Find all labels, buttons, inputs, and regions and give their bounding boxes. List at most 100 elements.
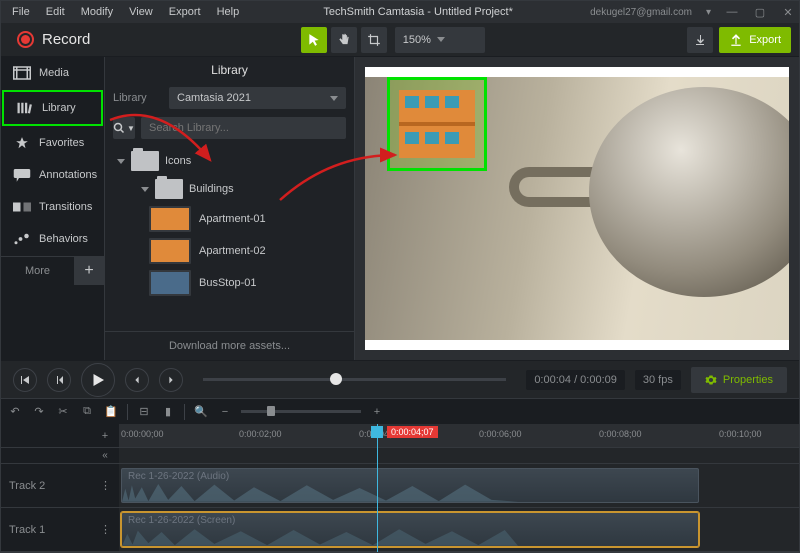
minimize-button[interactable]: —	[725, 5, 739, 19]
close-button[interactable]: ✕	[781, 5, 795, 19]
zoom-value: 150%	[403, 34, 431, 46]
ruler-tick: 0:00:10;00	[719, 429, 762, 439]
dropped-asset[interactable]	[387, 77, 487, 171]
menu-view[interactable]: View	[122, 4, 160, 20]
select-tool[interactable]	[301, 27, 327, 53]
prev-clip-button[interactable]	[13, 368, 37, 392]
timeline-zoom-slider[interactable]	[241, 410, 361, 413]
track-options-icon[interactable]: ⋮	[100, 479, 111, 492]
library-selector[interactable]: Camtasia 2021	[169, 87, 346, 109]
tool-sidebar: Media Library Favorites Annotations Tran…	[1, 57, 105, 360]
search-options-button[interactable]: ▼	[113, 117, 135, 139]
preview-canvas[interactable]	[365, 67, 789, 350]
asset-name: BusStop-01	[199, 277, 256, 289]
timeline: + « Track 2 ⋮ Track 1 ⋮ 0:00:00;00 0:00:…	[1, 424, 799, 552]
timeline-clip-audio[interactable]: Rec 1-26-2022 (Audio)	[121, 468, 699, 503]
cut-button[interactable]: ✂	[55, 404, 71, 420]
export-button[interactable]: Export	[719, 27, 791, 53]
playhead-time: 0:00:04;07	[387, 426, 438, 438]
sidebar-more[interactable]: More	[1, 256, 74, 285]
play-button[interactable]	[81, 363, 115, 397]
track-header[interactable]: Track 2 ⋮	[1, 464, 119, 508]
redo-button[interactable]: ↷	[31, 404, 47, 420]
next-clip-button[interactable]	[159, 368, 183, 392]
library-search[interactable]	[141, 117, 346, 139]
building-graphic	[399, 90, 475, 158]
track-options-icon[interactable]: ⋮	[100, 523, 111, 536]
track-lanes[interactable]: 0:00:00;00 0:00:02;00 0:00:04;00 0:00:06…	[119, 424, 799, 552]
pan-tool[interactable]	[331, 27, 357, 53]
playhead[interactable]: 0:00:04;07	[377, 424, 378, 552]
frame-back-icon	[53, 374, 65, 386]
timeline-clip-screen[interactable]: Rec 1-26-2022 (Screen)	[121, 512, 699, 547]
split-button[interactable]: ⊟	[136, 404, 152, 420]
menu-help[interactable]: Help	[210, 4, 247, 20]
tree-folder-buildings[interactable]: Buildings	[105, 175, 354, 203]
tree-folder-icons[interactable]: Icons	[105, 147, 354, 175]
marker-button[interactable]: ▮	[160, 404, 176, 420]
paste-button[interactable]: 📋	[103, 404, 119, 420]
zoom-in-button[interactable]: +	[369, 404, 385, 420]
library-selector-label: Library	[113, 92, 163, 104]
sidebar-item-media[interactable]: Media	[1, 57, 104, 89]
sidebar-item-annotations[interactable]: Annotations	[1, 159, 104, 191]
asset-item[interactable]: Apartment-01	[105, 203, 354, 235]
canvas-area	[355, 57, 799, 360]
step-forward-button[interactable]	[125, 368, 149, 392]
sidebar-item-favorites[interactable]: Favorites	[1, 127, 104, 159]
track-lane[interactable]: Rec 1-26-2022 (Audio)	[119, 464, 799, 508]
track-name: Track 2	[9, 480, 45, 492]
menu-edit[interactable]: Edit	[39, 4, 72, 20]
download-button[interactable]	[687, 27, 713, 53]
playhead-handle[interactable]	[371, 426, 383, 438]
properties-label: Properties	[723, 374, 773, 386]
user-email[interactable]: dekugel27@gmail.com	[590, 7, 692, 18]
record-button[interactable]: Record	[9, 27, 98, 52]
playback-bar: 0:00:04 / 0:00:09 30 fps Properties	[1, 360, 799, 398]
folder-icon	[131, 151, 159, 171]
zoom-out-button[interactable]: −	[217, 404, 233, 420]
track-header[interactable]: Track 1 ⋮	[1, 508, 119, 552]
properties-button[interactable]: Properties	[691, 367, 787, 393]
library-selector-value: Camtasia 2021	[177, 92, 251, 104]
add-media-button[interactable]: +	[74, 255, 104, 285]
menu-modify[interactable]: Modify	[74, 4, 120, 20]
zoom-dropdown[interactable]: 150%	[395, 27, 485, 53]
behaviors-icon	[13, 232, 31, 246]
menu-file[interactable]: File	[5, 4, 37, 20]
chevron-down-icon	[330, 96, 338, 101]
chevron-down-icon[interactable]: ▾	[706, 7, 711, 18]
library-icon	[16, 101, 34, 115]
seek-knob[interactable]	[330, 373, 342, 385]
asset-item[interactable]: Apartment-02	[105, 235, 354, 267]
track-headers: + « Track 2 ⋮ Track 1 ⋮	[1, 424, 119, 552]
copy-button[interactable]: ⧉	[79, 404, 95, 420]
zoom-button[interactable]: 🔍	[193, 404, 209, 420]
track-lane[interactable]: Rec 1-26-2022 (Screen)	[119, 508, 799, 552]
chevron-right-icon	[166, 375, 176, 385]
export-label: Export	[749, 34, 781, 46]
sidebar-item-transitions[interactable]: Transitions	[1, 191, 104, 223]
download-assets-link[interactable]: Download more assets...	[105, 331, 354, 360]
zoom-knob[interactable]	[267, 406, 275, 416]
menu-export[interactable]: Export	[162, 4, 208, 20]
crop-tool[interactable]	[361, 27, 387, 53]
library-panel-title: Library	[105, 57, 354, 83]
menubar: File Edit Modify View Export Help	[5, 4, 246, 20]
asset-thumb	[149, 238, 191, 264]
add-track-button[interactable]: +	[97, 428, 113, 444]
asset-item[interactable]: BusStop-01	[105, 267, 354, 299]
undo-button[interactable]: ↶	[7, 404, 23, 420]
sidebar-item-behaviors[interactable]: Behaviors	[1, 223, 104, 255]
maximize-button[interactable]: ▢	[753, 5, 767, 19]
toggle-icon[interactable]: «	[97, 448, 113, 464]
time-ruler[interactable]: 0:00:00;00 0:00:02;00 0:00:04;00 0:00:06…	[119, 424, 799, 448]
search-input[interactable]	[147, 121, 340, 135]
timeline-toolbar: ↶ ↷ ✂ ⧉ 📋 ⊟ ▮ 🔍 − +	[1, 398, 799, 424]
step-back-button[interactable]	[47, 368, 71, 392]
sidebar-label: Annotations	[39, 169, 97, 181]
clip-label: Rec 1-26-2022 (Screen)	[128, 515, 235, 526]
sidebar-label: Transitions	[39, 201, 92, 213]
sidebar-item-library[interactable]: Library	[2, 90, 103, 126]
seek-slider[interactable]	[203, 378, 506, 381]
